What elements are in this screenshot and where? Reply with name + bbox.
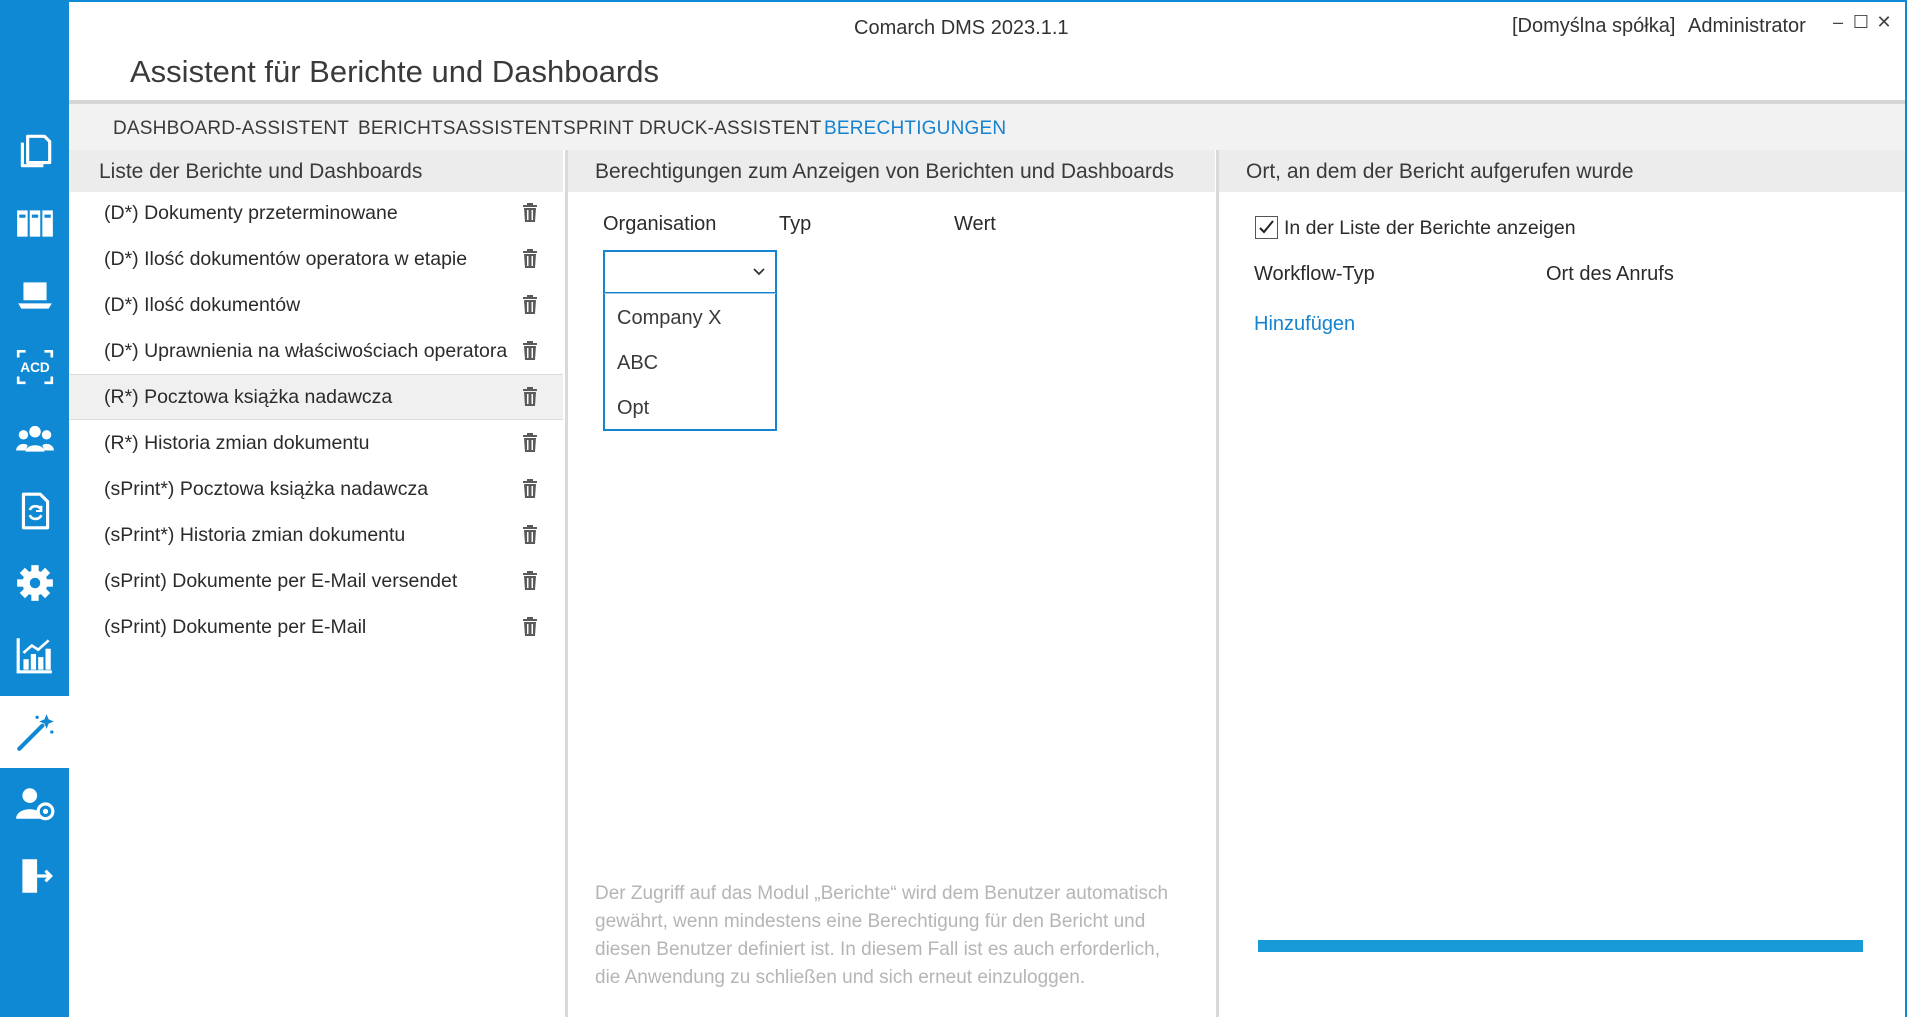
- reports-panel-title: Liste der Berichte und Dashboards: [69, 150, 563, 192]
- list-item[interactable]: (sPrint) Dokumente per E-Mail versendet: [69, 558, 563, 604]
- minimize-button[interactable]: –: [1827, 12, 1849, 33]
- sidebar-item-documents[interactable]: [0, 115, 69, 187]
- report-label: (R*) Pocztowa książka nadawcza: [104, 385, 393, 408]
- trash-icon[interactable]: [521, 524, 539, 546]
- list-item[interactable]: (D*) Dokumenty przeterminowane: [69, 190, 563, 236]
- maximize-button[interactable]: ☐: [1850, 12, 1872, 33]
- sidebar-item-document-sync[interactable]: [0, 475, 69, 547]
- organisation-dropdown-list: Company X ABC Opt: [603, 293, 777, 431]
- panel-divider: [565, 150, 568, 1017]
- app-title: Comarch DMS 2023.1.1: [854, 17, 1069, 39]
- user-settings-icon: [15, 788, 54, 821]
- sidebar: ACD: [0, 0, 69, 1017]
- report-label: (sPrint) Dokumente per E-Mail versendet: [104, 569, 458, 592]
- sidebar-item-acd[interactable]: ACD: [0, 331, 69, 403]
- document-sync-icon: [21, 492, 49, 530]
- close-button[interactable]: ✕: [1873, 12, 1895, 33]
- column-header-workflow-type: Workflow-Typ: [1254, 263, 1375, 285]
- chevron-down-icon: [753, 268, 765, 276]
- add-link[interactable]: Hinzufügen: [1254, 313, 1355, 336]
- trash-icon[interactable]: [521, 478, 539, 500]
- report-label: (sPrint*) Historia zmian dokumentu: [104, 523, 406, 546]
- report-label: (D*) Uprawnienia na właściwościach opera…: [104, 339, 508, 362]
- sidebar-item-logout[interactable]: [0, 840, 69, 912]
- tab-report-assistant[interactable]: BERICHTSASSISTENT: [358, 118, 563, 140]
- list-item[interactable]: (sPrint*) Historia zmian dokumentu: [69, 512, 563, 558]
- laptop-icon: [17, 282, 52, 309]
- show-in-list-label[interactable]: In der Liste der Berichte anzeigen: [1284, 217, 1576, 240]
- trash-icon[interactable]: [521, 386, 539, 408]
- sidebar-item-binders[interactable]: [0, 187, 69, 259]
- tab-dashboard-assistant[interactable]: DASHBOARD-ASSISTENT: [113, 118, 349, 140]
- dropdown-option[interactable]: Company X: [617, 307, 722, 330]
- trash-icon[interactable]: [521, 432, 539, 454]
- acd-label: ACD: [20, 360, 50, 375]
- list-item[interactable]: (sPrint*) Pocztowa książka nadawcza: [69, 466, 563, 512]
- binders-icon: [16, 210, 53, 237]
- acd-icon: ACD: [16, 349, 53, 385]
- progress-bar-fill: [1258, 940, 1863, 952]
- progress-bar: [1258, 940, 1863, 952]
- list-item[interactable]: (D*) Ilość dokumentów: [69, 282, 563, 328]
- tab-bar: DASHBOARD-ASSISTENT BERICHTSASSISTENT SP…: [69, 104, 1905, 150]
- list-item[interactable]: (sPrint) Dokumente per E-Mail: [69, 604, 563, 650]
- trash-icon[interactable]: [521, 202, 539, 224]
- user-name[interactable]: Administrator: [1688, 15, 1806, 38]
- sidebar-item-reports[interactable]: [0, 619, 69, 691]
- trash-icon[interactable]: [521, 570, 539, 592]
- column-header-type: Typ: [779, 213, 812, 235]
- checkmark-icon: [1259, 220, 1274, 234]
- dropdown-option[interactable]: ABC: [617, 352, 658, 375]
- sidebar-item-wizard[interactable]: [0, 696, 69, 768]
- report-label: (D*) Ilość dokumentów operatora w etapie: [104, 247, 468, 270]
- trash-icon[interactable]: [521, 248, 539, 270]
- list-item[interactable]: (R*) Pocztowa książka nadawcza: [69, 374, 563, 420]
- list-item[interactable]: (R*) Historia zmian dokumentu: [69, 420, 563, 466]
- report-label: (D*) Dokumenty przeterminowane: [104, 201, 398, 224]
- dropdown-option[interactable]: Opt: [617, 397, 649, 420]
- column-header-call-location: Ort des Anrufs: [1546, 263, 1674, 285]
- company-selector[interactable]: [Domyślna spółka]: [1512, 15, 1675, 38]
- documents-icon: [20, 134, 51, 168]
- window-top-border: [69, 0, 1907, 2]
- sidebar-item-users[interactable]: [0, 403, 69, 475]
- trash-icon[interactable]: [521, 294, 539, 316]
- show-in-list-checkbox[interactable]: [1255, 216, 1278, 239]
- column-header-organisation: Organisation: [603, 213, 717, 235]
- tab-sprint-print-assistant[interactable]: SPRINT DRUCK-ASSISTENT: [563, 118, 821, 140]
- panel-divider: [1216, 150, 1219, 1017]
- page-title: Assistent für Berichte und Dashboards: [130, 54, 659, 89]
- list-item[interactable]: (D*) Uprawnienia na właściwościach opera…: [69, 328, 563, 374]
- report-label: (R*) Historia zmian dokumentu: [104, 431, 370, 454]
- permissions-panel-title: Berechtigungen zum Anzeigen von Berichte…: [568, 150, 1215, 192]
- column-header-value: Wert: [954, 213, 996, 235]
- list-item[interactable]: (D*) Ilość dokumentów operatora w etapie: [69, 236, 563, 282]
- trash-icon[interactable]: [521, 340, 539, 362]
- report-label: (sPrint*) Pocztowa książka nadawcza: [104, 477, 429, 500]
- chart-icon: [16, 638, 52, 674]
- report-label: (D*) Ilość dokumentów: [104, 293, 301, 316]
- tab-permissions[interactable]: BERECHTIGUNGEN: [824, 118, 1006, 140]
- magic-wand-icon: [16, 714, 54, 751]
- location-panel-title: Ort, an dem der Bericht aufgerufen wurde: [1219, 150, 1905, 192]
- sidebar-item-user-settings[interactable]: [0, 768, 69, 840]
- exit-door-icon: [21, 859, 53, 893]
- users-icon: [15, 425, 54, 452]
- report-label: (sPrint) Dokumente per E-Mail: [104, 615, 367, 638]
- sidebar-item-laptop[interactable]: [0, 259, 69, 331]
- gear-icon: [16, 565, 53, 601]
- access-info-note: Der Zugriff auf das Modul „Berichte“ wir…: [595, 883, 1169, 988]
- organisation-select[interactable]: [603, 250, 777, 294]
- sidebar-item-settings[interactable]: [0, 547, 69, 619]
- trash-icon[interactable]: [521, 616, 539, 638]
